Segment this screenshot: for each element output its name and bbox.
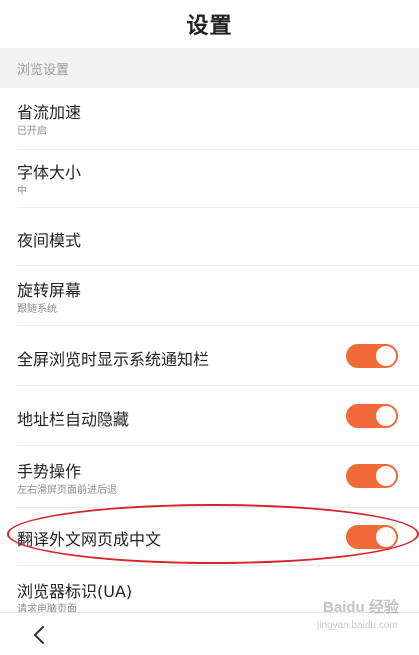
setting-subtitle: 跟随系统: [17, 304, 57, 315]
setting-title: 浏览器标识(UA): [17, 582, 133, 601]
setting-row-fullscreen-status-bar[interactable]: 全屏浏览时显示系统通知栏: [0, 326, 419, 386]
setting-subtitle: 中: [17, 186, 27, 197]
setting-title: 旋转屏幕: [17, 281, 82, 300]
setting-title: 手势操作: [17, 462, 82, 481]
setting-row-user-agent[interactable]: 浏览器标识(UA) 请求电脑页面: [0, 566, 419, 615]
setting-title: 夜间模式: [17, 231, 82, 250]
section-label: 浏览设置: [17, 62, 70, 78]
fullscreen-status-bar-toggle[interactable]: [346, 344, 398, 368]
auto-hide-address-bar-toggle[interactable]: [346, 404, 398, 428]
page-title: 设置: [186, 14, 233, 39]
setting-title: 翻译外文网页成中文: [17, 530, 162, 549]
chevron-left-icon[interactable]: [30, 625, 50, 645]
settings-screen: 设置 浏览设置 省流加速 已开启 字体大小 中 夜间模式 旋转屏幕 跟随系统 全…: [0, 0, 419, 655]
setting-row-gestures[interactable]: 手势操作 左右滑屏页面前进后退: [0, 446, 419, 508]
setting-title: 字体大小: [17, 163, 82, 182]
setting-subtitle: 左右滑屏页面前进后退: [17, 485, 117, 496]
top-bar: 设置: [0, 0, 419, 48]
setting-title: 省流加速: [17, 103, 82, 122]
translate-pages-toggle[interactable]: [346, 525, 398, 549]
section-header-browsing: 浏览设置: [0, 48, 419, 88]
setting-row-rotate-screen[interactable]: 旋转屏幕 跟随系统: [0, 266, 419, 326]
setting-title: 全屏浏览时显示系统通知栏: [17, 350, 210, 369]
setting-row-auto-hide-address-bar[interactable]: 地址栏自动隐藏: [0, 386, 419, 446]
toggle-knob: [376, 527, 396, 547]
bottom-nav-bar: [0, 612, 419, 655]
setting-title: 地址栏自动隐藏: [17, 410, 130, 429]
toggle-knob: [376, 466, 396, 486]
toggle-knob: [376, 406, 396, 426]
setting-row-translate-pages[interactable]: 翻译外文网页成中文: [0, 508, 419, 566]
setting-row-font-size[interactable]: 字体大小 中: [0, 150, 419, 208]
setting-row-data-saver[interactable]: 省流加速 已开启: [0, 88, 419, 150]
toggle-knob: [376, 346, 396, 366]
gestures-toggle[interactable]: [346, 464, 398, 488]
setting-subtitle: 已开启: [17, 126, 47, 137]
setting-row-night-mode[interactable]: 夜间模式: [0, 208, 419, 266]
